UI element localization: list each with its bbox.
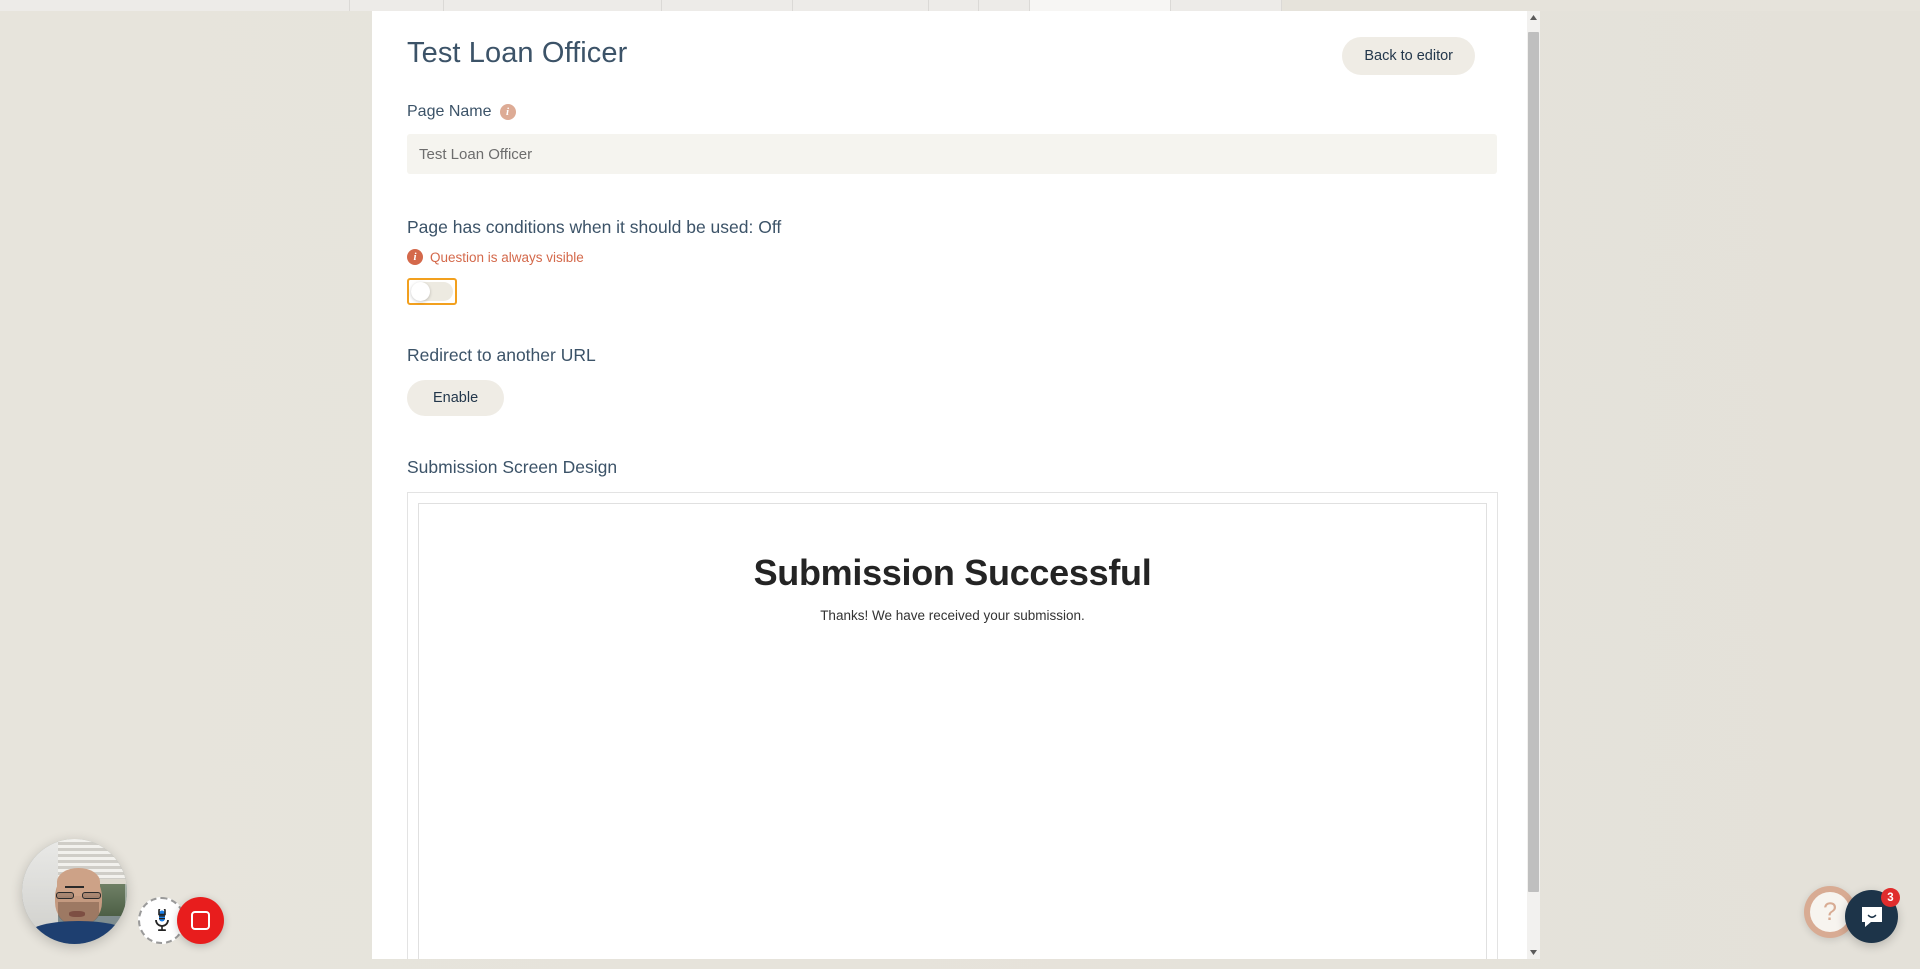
recording-controls	[138, 897, 224, 944]
scrollbar-thumb[interactable]	[1528, 32, 1539, 892]
browser-tab-9[interactable]	[1171, 0, 1282, 11]
browser-tab-8[interactable]	[1030, 0, 1171, 11]
scrollbar-up-arrow-icon[interactable]	[1527, 11, 1540, 24]
question-mark-icon: ?	[1810, 892, 1850, 932]
page-name-label: Page Name	[407, 103, 492, 120]
browser-tab-4[interactable]	[662, 0, 793, 11]
app-window: Test Loan Officer Back to editor Page Na…	[372, 11, 1540, 959]
scrollbar-down-arrow-icon[interactable]	[1527, 946, 1540, 959]
page-name-input[interactable]	[407, 134, 1497, 174]
submission-preview-container[interactable]: Submission Successful Thanks! We have re…	[407, 492, 1498, 959]
browser-tab-6[interactable]	[929, 0, 979, 11]
conditions-toggle[interactable]	[407, 278, 457, 305]
submission-preview-canvas[interactable]: Submission Successful Thanks! We have re…	[418, 503, 1487, 959]
enable-redirect-button[interactable]: Enable	[407, 380, 505, 416]
page-scrollbar[interactable]	[1527, 11, 1540, 959]
browser-tabstrip-endcap	[1282, 0, 1920, 11]
header-row: Test Loan Officer Back to editor	[407, 33, 1487, 85]
browser-tab-2[interactable]	[350, 0, 444, 11]
back-to-editor-button[interactable]: Back to editor	[1342, 37, 1475, 75]
page-content: Test Loan Officer Back to editor Page Na…	[372, 11, 1527, 959]
browser-tab-3[interactable]	[444, 0, 662, 11]
redirect-heading: Redirect to another URL	[407, 345, 596, 365]
browser-tab-5[interactable]	[793, 0, 929, 11]
submission-success-subtitle: Thanks! We have received your submission…	[820, 608, 1085, 623]
conditions-heading: Page has conditions when it should be us…	[407, 217, 782, 237]
chat-unread-badge: 3	[1881, 888, 1900, 907]
webcam-preview-bubble[interactable]	[22, 839, 127, 944]
submission-success-title: Submission Successful	[753, 552, 1152, 593]
browser-tab-1[interactable]	[0, 0, 350, 11]
browser-tab-7[interactable]	[979, 0, 1030, 11]
chat-smiley-icon	[1861, 906, 1882, 927]
alert-info-icon: i	[407, 249, 423, 265]
chat-launcher-button[interactable]: 3	[1845, 888, 1900, 943]
stop-recording-icon[interactable]	[177, 897, 224, 944]
submission-screen-heading: Submission Screen Design	[407, 457, 618, 477]
conditions-note: i Question is always visible	[407, 249, 1487, 265]
conditions-toggle-track[interactable]	[411, 282, 453, 301]
page-title: Test Loan Officer	[407, 37, 628, 69]
browser-tab-strip	[0, 0, 1920, 11]
conditions-note-text: Question is always visible	[430, 249, 584, 265]
page-name-label-row: Page Name i	[407, 103, 1487, 121]
conditions-toggle-knob	[411, 282, 430, 301]
webcam-video	[22, 839, 127, 944]
info-icon[interactable]: i	[499, 104, 516, 120]
